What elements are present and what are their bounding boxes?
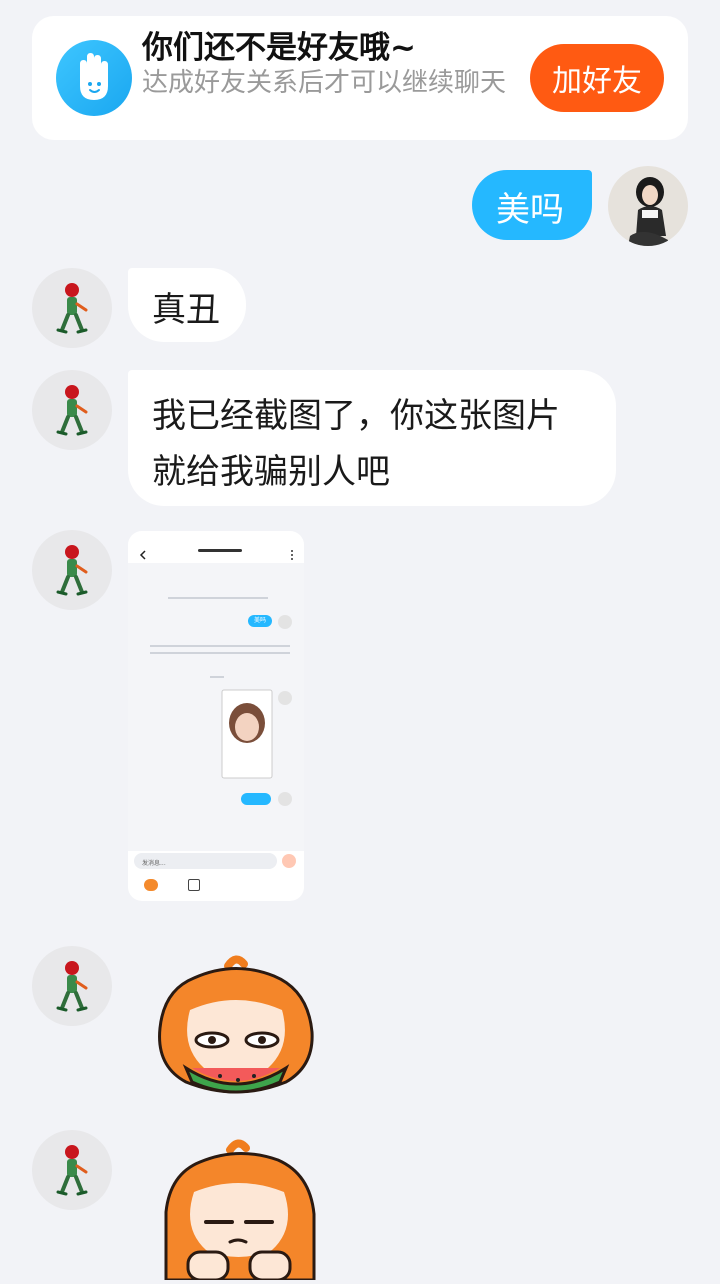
screenshot-image-icon — [188, 879, 200, 891]
screenshot-send-icon — [282, 854, 296, 868]
eating-watermelon-sticker[interactable] — [146, 950, 326, 1110]
contact-message-bubble[interactable]: 真丑 — [128, 268, 246, 342]
my-message-bubble[interactable]: 美吗 — [472, 170, 592, 240]
my-avatar[interactable] — [608, 166, 688, 246]
contact-avatar[interactable] — [32, 946, 112, 1026]
screenshot-input: 发消息... — [134, 853, 277, 869]
contact-avatar[interactable] — [32, 268, 112, 348]
contact-avatar[interactable] — [32, 370, 112, 450]
contact-avatar[interactable] — [32, 530, 112, 610]
screenshot-sticker-icon — [144, 879, 158, 891]
banner-title: 你们还不是好友哦~ — [142, 30, 416, 66]
screenshot-input-placeholder: 发消息... — [142, 860, 166, 867]
sleepy-sticker[interactable] — [154, 1134, 324, 1282]
message-text: 我已经截图了，你这张图片就给我骗别人吧 — [152, 396, 560, 492]
contact-message-bubble[interactable]: 我已经截图了，你这张图片就给我骗别人吧 — [128, 370, 616, 506]
message-text: 真丑 — [152, 290, 220, 330]
waving-hand-icon — [56, 40, 132, 116]
not-friends-banner: 你们还不是好友哦~ 达成好友关系后才可以继续聊天 加好友 — [32, 16, 688, 140]
contact-avatar[interactable] — [32, 1130, 112, 1210]
screenshot-content-sketch — [150, 597, 292, 806]
screenshot-image-message[interactable]: 美吗 发消息... — [128, 531, 304, 901]
screenshot-chat-area: 美吗 — [128, 531, 304, 851]
message-text: 美吗 — [496, 190, 564, 230]
banner-subtitle: 达成好友关系后才可以继续聊天 — [142, 68, 507, 98]
add-friend-button[interactable]: 加好友 — [530, 44, 664, 112]
